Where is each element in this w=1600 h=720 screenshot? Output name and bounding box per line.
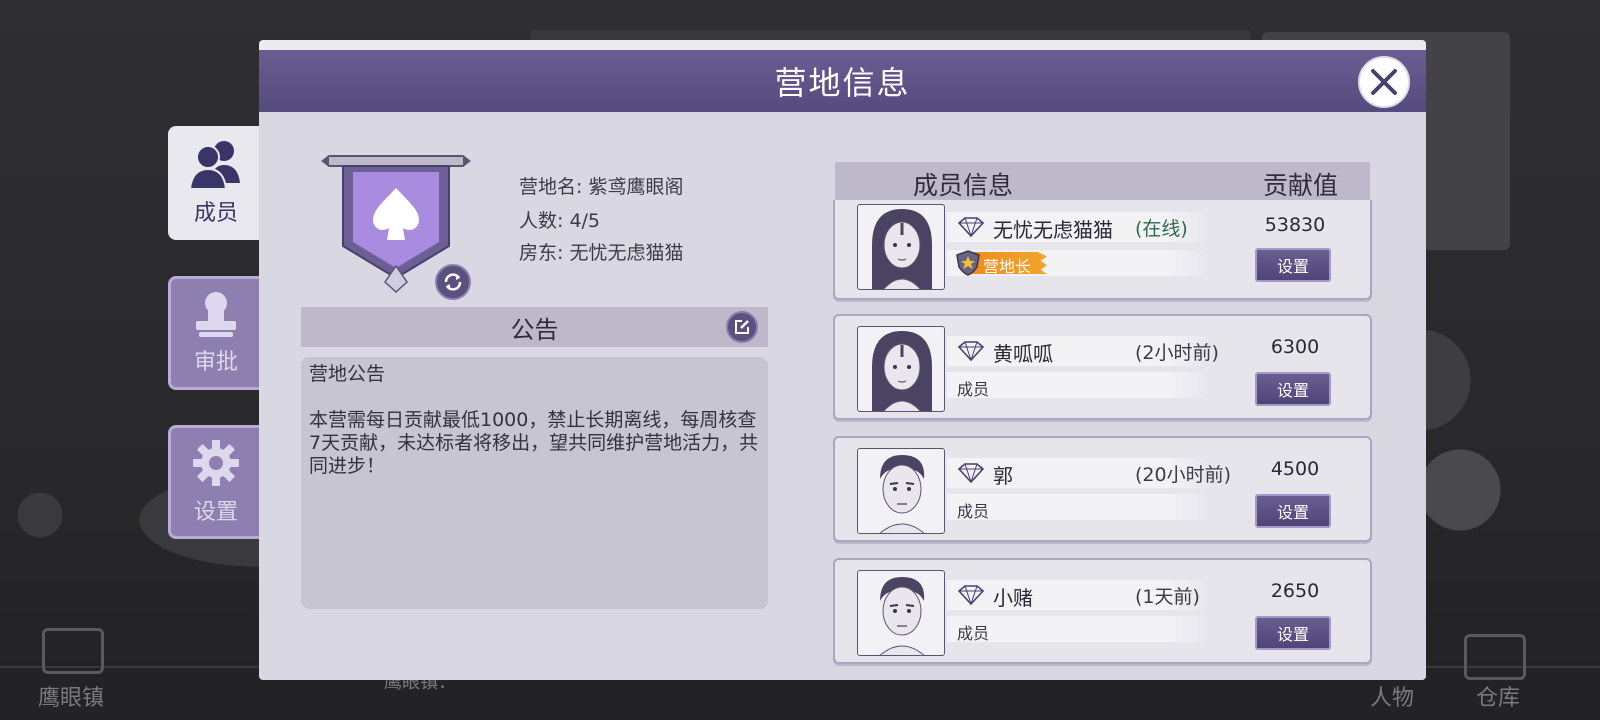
close-button[interactable] [1358,56,1410,108]
member-header-contribution: 贡献值 [1263,171,1339,200]
camp-member-count: 人数: 4/5 [519,210,601,232]
tab-members[interactable]: 成员 [168,126,264,240]
chest-icon [1464,634,1526,680]
town-label: 鹰眼镇 [38,686,105,711]
member-role: 营地长 [983,257,1032,276]
character-label: 人物 [1370,686,1415,711]
avatar[interactable] [857,570,945,656]
member-role-row: 成员 [947,372,1209,399]
member-settings-button[interactable]: 设置 [1255,248,1331,282]
member-card[interactable]: 郭 (20小时前) 成员 4500 设置 [833,436,1372,542]
notice-content: 营地公告 本营需每日贡献最低1000，禁止长期离线，每周核查7天贡献，未达标者将… [301,357,768,609]
notice-title: 公告 [510,315,559,344]
camp-name: 营地名: 紫鸢鹰眼阁 [519,176,684,198]
member-role-row: 成员 [947,616,1209,643]
member-last-seen: (20小时前) [1135,464,1232,486]
refresh-icon [444,273,462,291]
tab-members-label: 成员 [193,201,238,226]
gear-icon [193,440,239,486]
member-role: 成员 [957,380,990,399]
avatar[interactable] [857,326,945,412]
member-online-status: (在线) [1135,218,1188,240]
member-settings-button[interactable]: 设置 [1255,494,1331,528]
notice-header: 公告 [301,307,768,347]
member-contribution: 53830 [1264,214,1326,236]
edit-icon [735,320,749,334]
camp-info-dialog: 营地信息 营地名: 紫鸢鹰眼阁 人数: 4/5 房东: 无忧无虑猫猫 公告 营地… [259,40,1426,680]
member-role: 成员 [957,624,990,643]
dialog-title: 营地信息 [774,64,911,102]
castle-icon [42,628,104,674]
member-role: 成员 [957,502,990,521]
emblem-refresh-button[interactable] [435,264,471,300]
member-name: 郭 [993,464,1013,488]
tab-approval-label: 审批 [193,350,238,375]
shield-icon [956,250,980,276]
camp-owner: 房东: 无忧无虑猫猫 [519,242,684,264]
diamond-icon [957,217,985,237]
members-icon [188,141,240,189]
diamond-icon [957,585,985,605]
member-role-row: 营地长 [947,250,1209,276]
approval-icon [196,292,236,337]
dialog-header: 营地信息 [259,50,1426,112]
member-card[interactable]: 黄呱呱 (2小时前) 成员 6300 设置 [833,314,1372,420]
member-contribution: 6300 [1270,336,1320,358]
avatar[interactable] [857,448,945,534]
member-contribution: 2650 [1270,580,1320,602]
diamond-icon [957,463,985,483]
avatar[interactable] [857,204,945,290]
member-last-seen: (2小时前) [1135,342,1219,364]
member-card[interactable]: 小赌 (1天前) 成员 2650 设置 [833,558,1372,664]
member-last-seen: (1天前) [1135,586,1200,608]
tab-settings-label: 设置 [193,500,238,525]
leader-badge: 营地长 [955,250,1047,276]
member-name: 小赌 [993,586,1033,610]
close-icon [1371,69,1397,95]
member-settings-button[interactable]: 设置 [1255,616,1331,650]
member-list-header: 成员信息 贡献值 [835,162,1370,204]
member-name: 黄呱呱 [993,342,1053,366]
tab-approval[interactable]: 审批 [168,276,264,390]
tab-settings[interactable]: 设置 [168,425,264,539]
edit-notice-button[interactable] [726,311,758,343]
warehouse-label: 仓库 [1476,686,1521,711]
member-role-row: 成员 [947,494,1209,521]
diamond-icon [957,341,985,361]
member-contribution: 4500 [1270,458,1320,480]
member-name: 无忧无虑猫猫 [993,218,1113,242]
member-card[interactable]: 无忧无虑猫猫 (在线) 营地长 53830 设置 [833,200,1372,300]
member-header-title: 成员信息 [913,171,1014,200]
member-settings-button[interactable]: 设置 [1255,372,1331,406]
